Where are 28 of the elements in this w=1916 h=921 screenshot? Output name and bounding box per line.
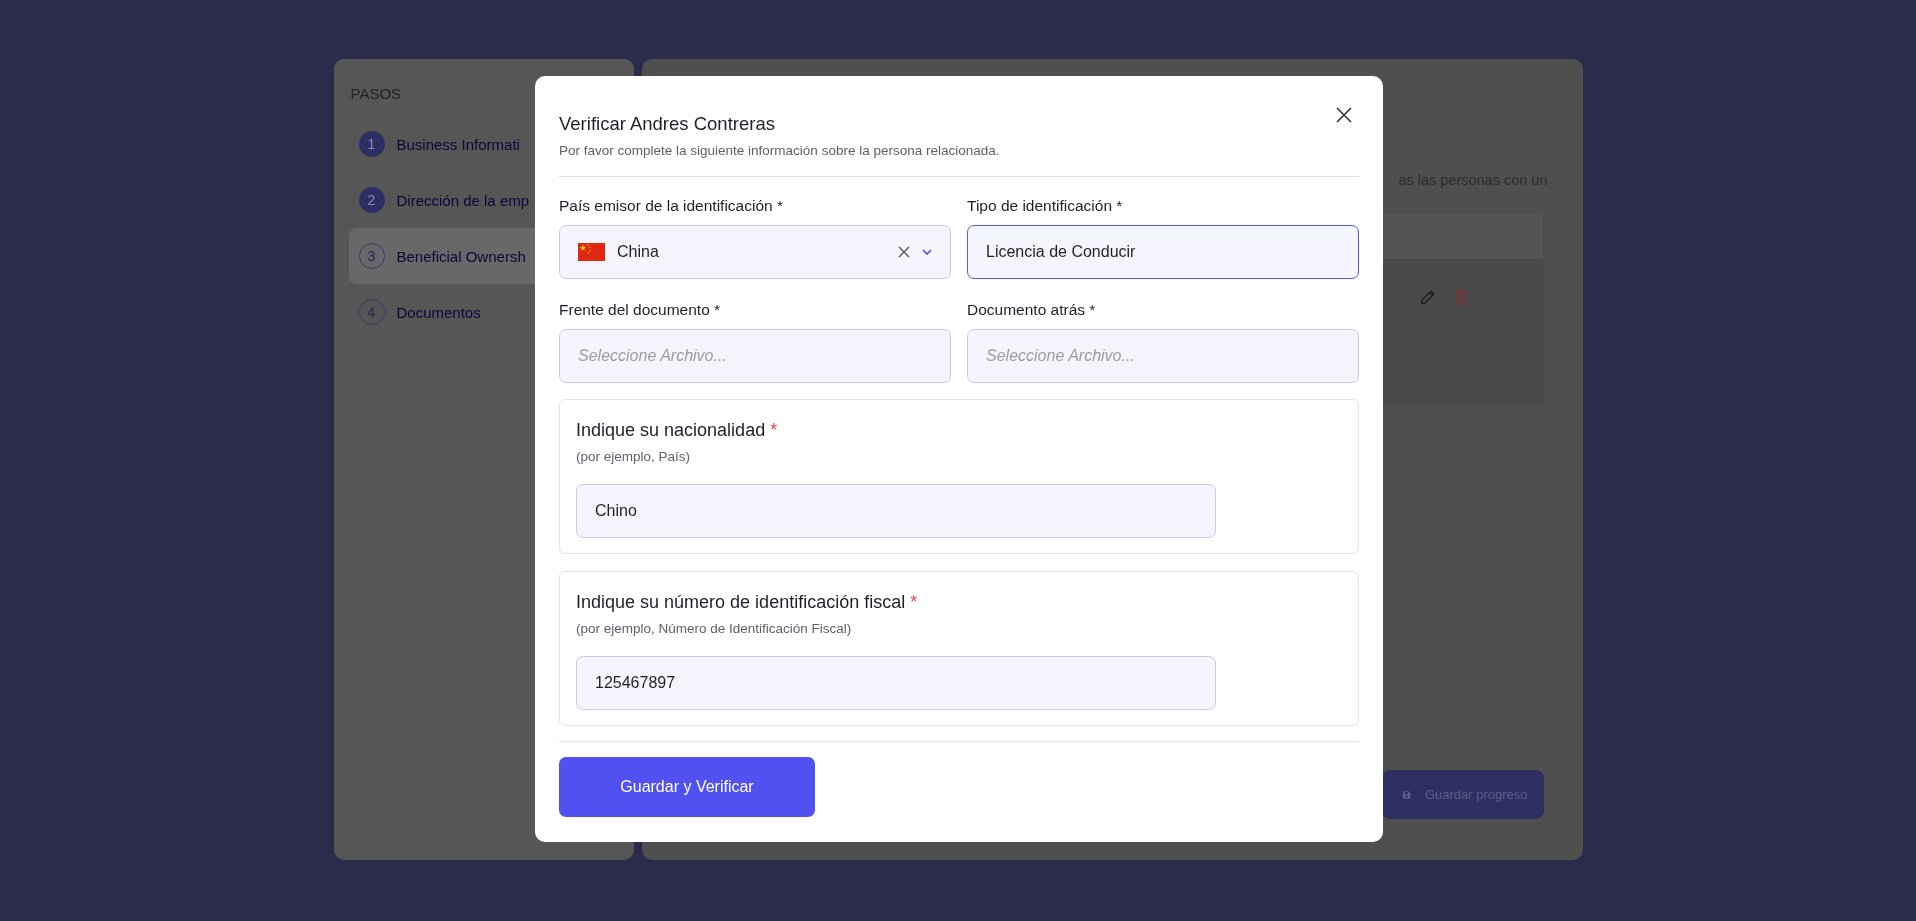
question-title: Indique su nacionalidad bbox=[576, 420, 766, 441]
input-field[interactable]: Chino bbox=[576, 484, 1216, 538]
save-verify-button[interactable]: Guardar y Verificar bbox=[559, 757, 815, 817]
field-label: Frente del documento * bbox=[559, 301, 722, 319]
dialog-title: Verificar Andres Contreras bbox=[559, 113, 776, 135]
dialog-subtitle: Por favor complete la siguiente información sobre la persona relacionada. bbox=[559, 143, 1001, 158]
field-label: Documento atrás * bbox=[967, 301, 1097, 319]
step-label: Business Informati bbox=[396, 135, 520, 153]
flag-icon bbox=[578, 243, 605, 261]
required-mark: * bbox=[770, 420, 778, 441]
country-select[interactable]: China bbox=[559, 225, 951, 279]
clear-icon[interactable] bbox=[898, 246, 910, 258]
required-mark: * bbox=[910, 592, 918, 613]
input-field[interactable]: Licencia de Conducir bbox=[967, 225, 1359, 279]
field-label: Tipo de identificación * bbox=[967, 197, 1124, 215]
step-label: Dirección de la emp bbox=[396, 191, 530, 209]
step-label: Beneficial Ownersh bbox=[396, 247, 526, 265]
file-input[interactable]: Seleccione Archivo... bbox=[967, 329, 1359, 383]
step-label: Documentos bbox=[396, 303, 481, 321]
chevron-down-icon[interactable] bbox=[922, 249, 932, 255]
question-hint: (por ejemplo, País) bbox=[576, 449, 692, 464]
step-number: 1 bbox=[358, 131, 385, 157]
field-label: País emisor de la identificación * bbox=[559, 197, 784, 215]
question-title: Indique su número de identificación fiscal bbox=[576, 592, 906, 613]
question-hint: (por ejemplo, Número de Identificación Fiscal) bbox=[576, 621, 853, 636]
file-input[interactable]: Seleccione Archivo... bbox=[559, 329, 951, 383]
input-field[interactable]: 125467897 bbox=[576, 656, 1216, 710]
step-number: 2 bbox=[358, 187, 385, 213]
